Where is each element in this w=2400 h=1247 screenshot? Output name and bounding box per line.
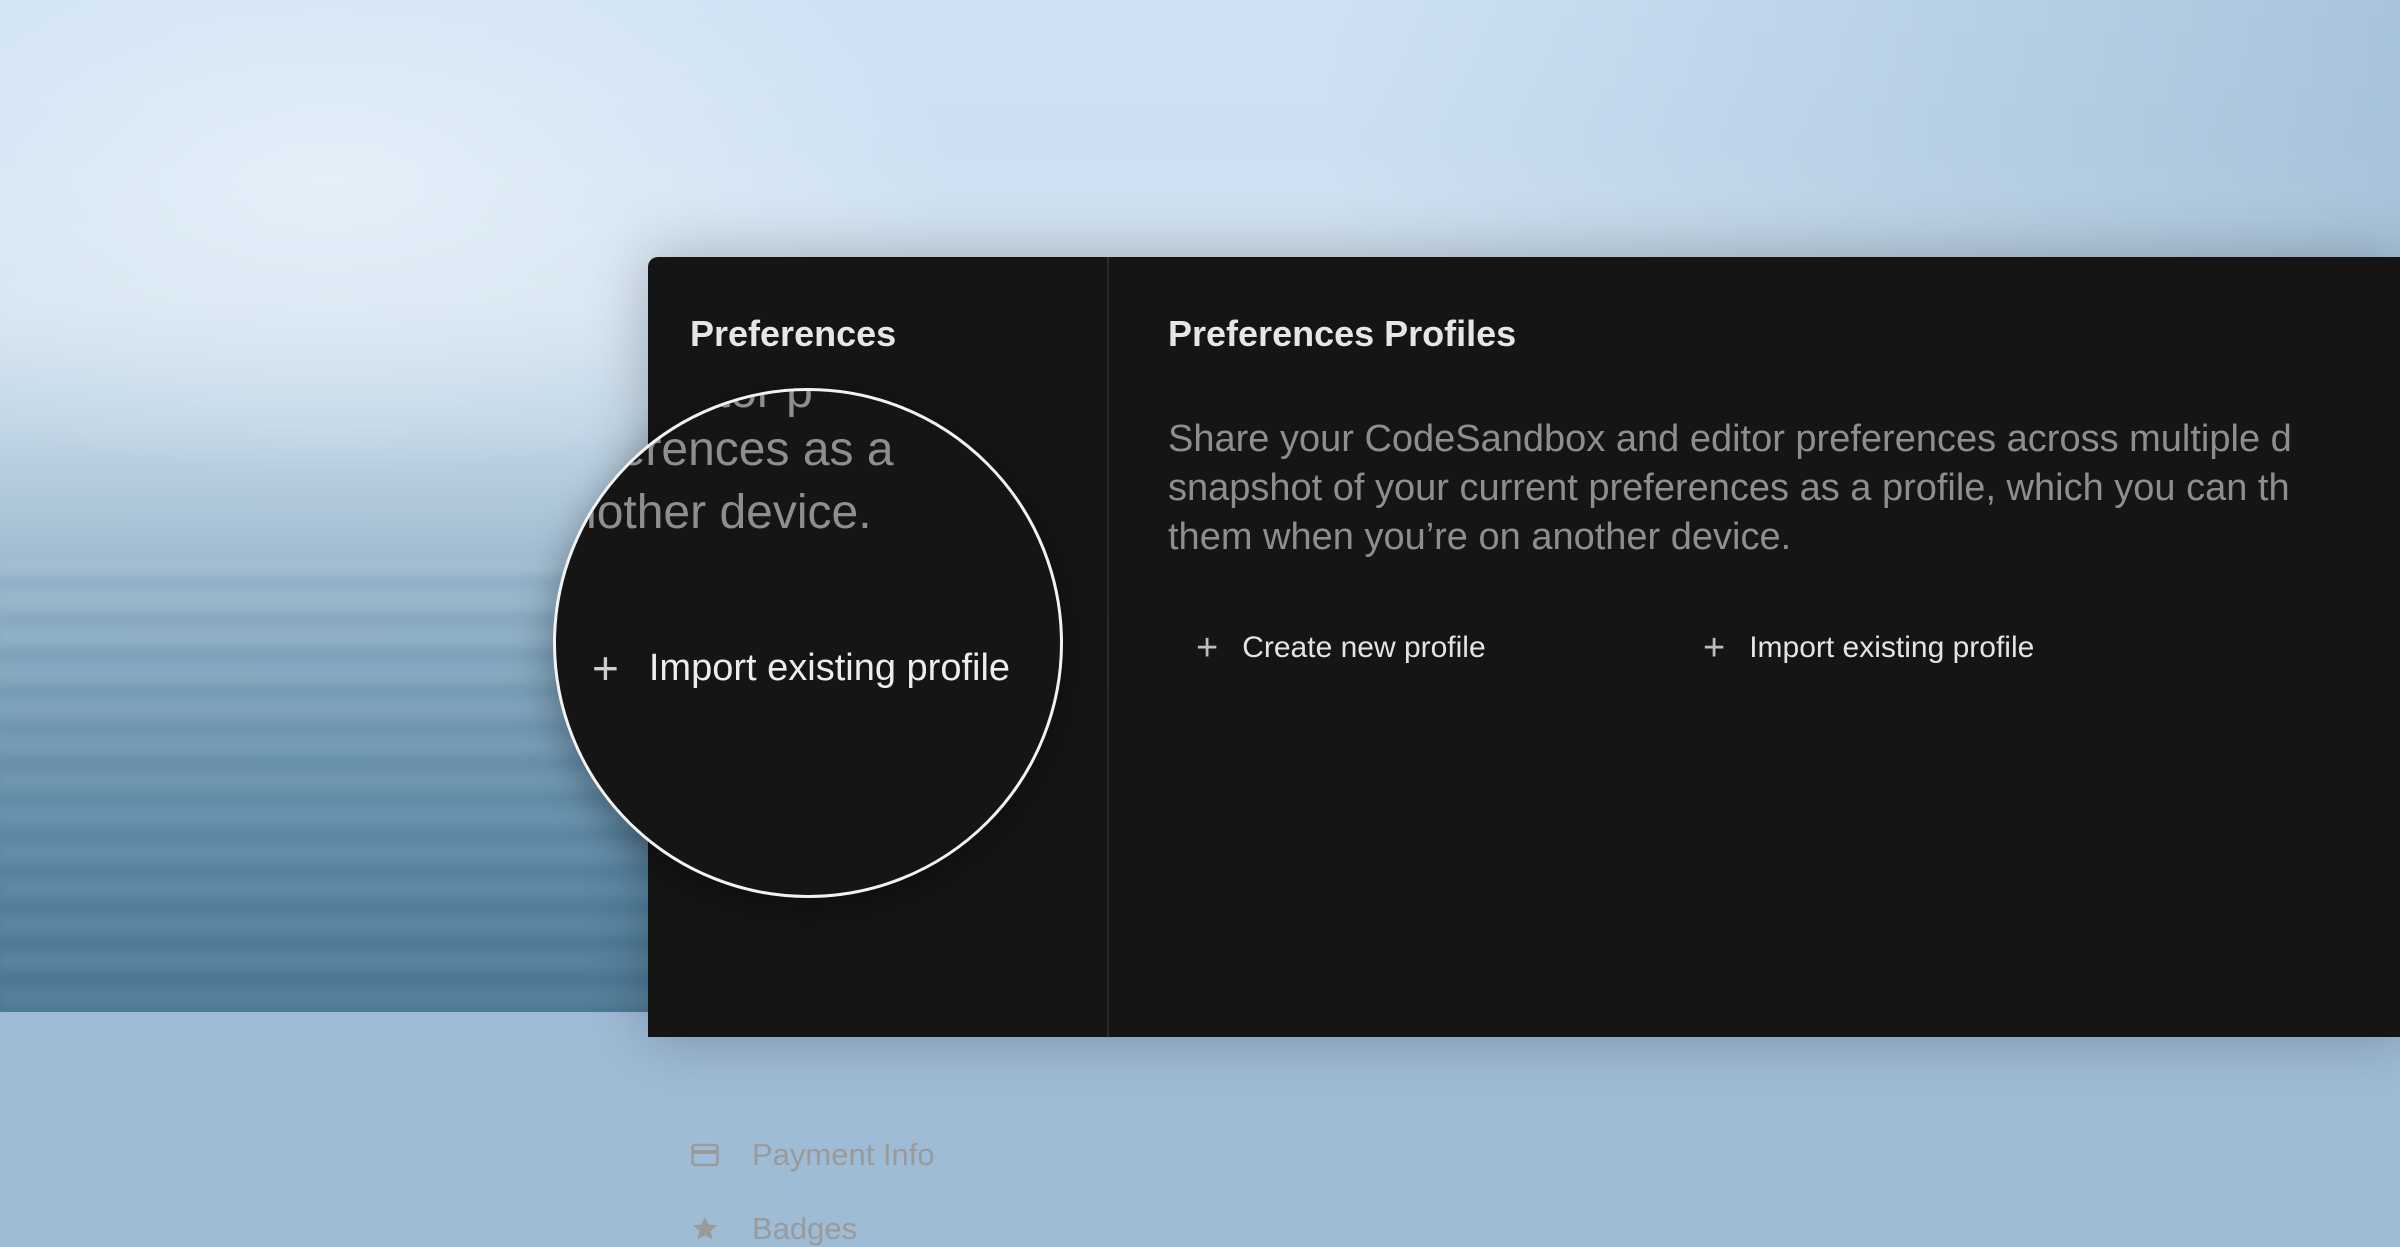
description-line: snapshot of your current preferences as …: [1168, 467, 2290, 509]
credit-card-icon: [690, 1140, 720, 1170]
magnified-text-line: nother device.: [570, 486, 872, 539]
sidebar-item-label: Badges: [752, 1211, 858, 1246]
plus-icon: +: [1703, 627, 1726, 669]
description-line: Share your CodeSandbox and editor prefer…: [1168, 418, 2292, 460]
create-new-profile-button[interactable]: + Create new profile: [1196, 629, 1486, 667]
magnified-text-line: preferences as a: [553, 423, 894, 476]
description-line: them when you’re on another device.: [1168, 516, 1792, 558]
create-new-profile-label: Create new profile: [1242, 631, 1486, 664]
import-existing-profile-label: Import existing profile: [1749, 631, 2035, 664]
sidebar-item-payment-info[interactable]: Payment Info: [690, 1137, 935, 1173]
plus-icon: +: [1196, 627, 1219, 669]
page-title: Preferences Profiles: [1168, 313, 1517, 354]
star-icon: [690, 1214, 720, 1244]
plus-icon: +: [592, 642, 619, 694]
profiles-description: Share your CodeSandbox and editor prefer…: [1168, 415, 2400, 562]
import-existing-profile-button[interactable]: + Import existing profile: [1703, 629, 2034, 667]
magnifier-lens: nd editor p preferences as a nother devi…: [553, 388, 1063, 898]
sidebar-item-label: Payment Info: [752, 1137, 935, 1172]
sidebar-title: Preferences: [690, 313, 897, 354]
sidebar-item-badges[interactable]: Badges: [690, 1211, 857, 1247]
magnified-import-label: Import existing profile: [648, 646, 1011, 689]
magnified-text-line: nd editor p: [586, 388, 813, 418]
magnified-import-existing-profile-button[interactable]: + Import existing profile: [592, 645, 1010, 691]
